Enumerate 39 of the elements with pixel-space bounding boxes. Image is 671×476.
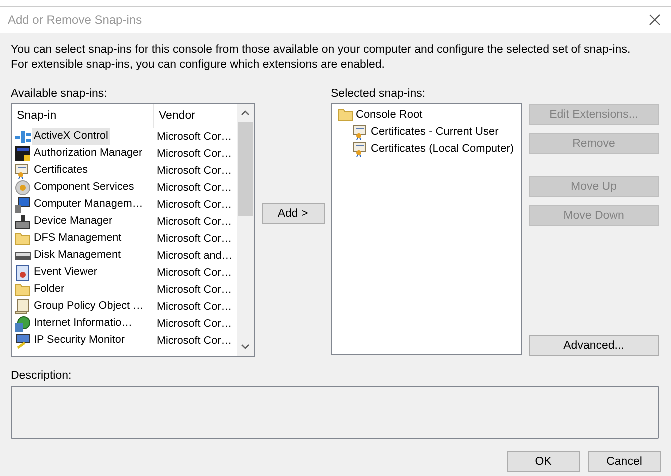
tree-item[interactable]: Certificates - Current User bbox=[371, 126, 499, 138]
vendor-cell-text: Microsoft Cor… bbox=[156, 300, 232, 312]
window-title: Add or Remove Snap-ins bbox=[8, 13, 142, 27]
vendor-cell-text: Microsoft Cor… bbox=[156, 164, 232, 176]
column-header[interactable]: Vendor bbox=[154, 104, 236, 128]
snap-in-name[interactable]: Certificates bbox=[32, 162, 90, 179]
vendor-cell-text: Microsoft Cor… bbox=[156, 130, 232, 142]
vendor-cell-text: Microsoft Cor… bbox=[156, 198, 232, 210]
snap-in-name[interactable]: Authorization Manager bbox=[32, 145, 145, 162]
snap-in-name[interactable]: Folder bbox=[32, 281, 67, 298]
snap-in-name[interactable]: Computer Managem… bbox=[32, 196, 146, 213]
snap-in-name[interactable]: Device Manager bbox=[32, 213, 115, 230]
vendor-cell-text: Microsoft and… bbox=[156, 250, 233, 262]
snap-in-name[interactable]: IP Security Monitor bbox=[32, 332, 128, 349]
vendor-cell-text: Microsoft Cor… bbox=[156, 266, 232, 278]
tree-item[interactable]: Certificates (Local Computer) bbox=[371, 142, 514, 154]
vendor-cell-text: Microsoft Cor… bbox=[156, 216, 232, 228]
dialog-button[interactable]: OK bbox=[507, 451, 580, 472]
snap-in-name[interactable]: Component Services bbox=[32, 179, 136, 196]
vendor-cell-text: Microsoft Cor… bbox=[156, 148, 232, 160]
dialog-button[interactable]: Cancel bbox=[588, 451, 661, 472]
snap-in-name[interactable]: Disk Management bbox=[32, 247, 124, 264]
snap-in-name[interactable]: DFS Management bbox=[32, 230, 124, 247]
snap-in-name[interactable]: Group Policy Object … bbox=[32, 298, 146, 315]
tree-item[interactable]: Console Root bbox=[356, 108, 423, 120]
selected-label: Selected snap-ins: bbox=[331, 87, 427, 102]
vendor-cell-text: Microsoft Cor… bbox=[156, 182, 232, 194]
intro-text: You can select snap-ins for this console from those available on your computer and configure the selected set of snap-ins. For extensible snap-ins, you can configure which extensions are enabled. bbox=[11, 43, 632, 73]
vendor-cell-text: Microsoft Cor… bbox=[156, 334, 232, 346]
vendor-cell-text: Microsoft Cor… bbox=[156, 318, 232, 330]
vendor-cell-text: Microsoft Cor… bbox=[156, 232, 232, 244]
snap-in-name[interactable]: Event Viewer bbox=[32, 264, 100, 281]
description-label: Description: bbox=[11, 369, 73, 384]
available-label: Available snap-ins: bbox=[11, 87, 108, 102]
vendor-cell-text: Microsoft Cor… bbox=[156, 284, 232, 296]
add-button[interactable]: Add > bbox=[262, 203, 324, 224]
snap-in-name[interactable]: ActiveX Control bbox=[32, 128, 110, 145]
advanced-button[interactable]: Advanced... bbox=[529, 335, 659, 356]
snap-in-name[interactable]: Internet Informatio… bbox=[32, 315, 134, 332]
